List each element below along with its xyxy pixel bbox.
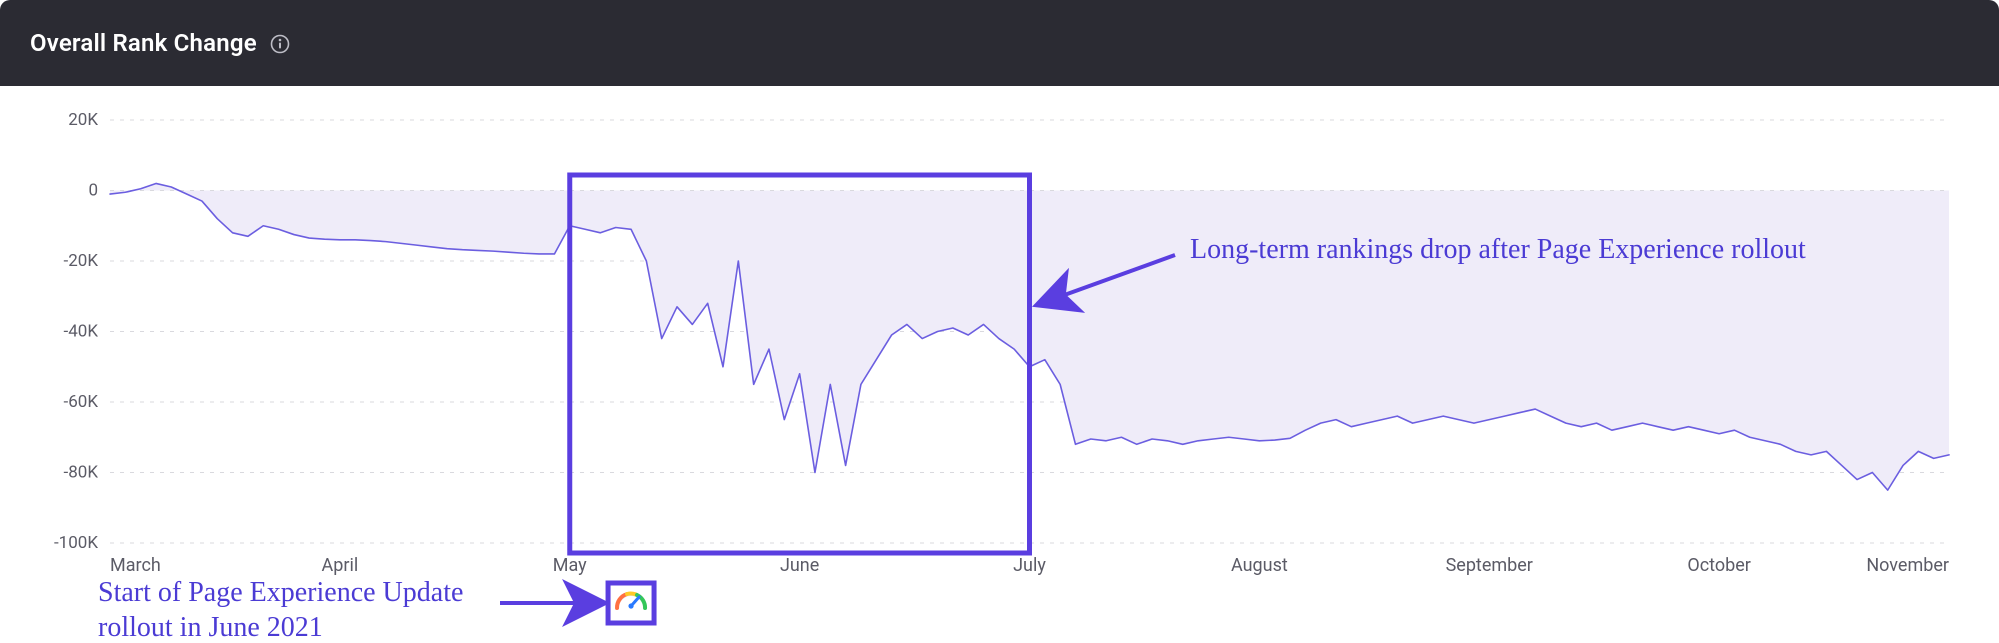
x-tick-label: June bbox=[780, 555, 819, 576]
y-tick-label: -100K bbox=[54, 533, 98, 553]
x-tick-label: September bbox=[1446, 555, 1533, 576]
page-title: Overall Rank Change bbox=[30, 29, 257, 57]
annotation-rollout-start: Start of Page Experience Update rollout … bbox=[98, 575, 528, 643]
x-tick-label: July bbox=[1013, 555, 1046, 576]
y-tick-label: 20K bbox=[68, 110, 98, 130]
info-icon[interactable] bbox=[269, 33, 291, 55]
x-tick-label: November bbox=[1866, 555, 1949, 576]
x-tick-label: October bbox=[1687, 555, 1751, 576]
x-tick-label: August bbox=[1231, 555, 1288, 576]
chart-area: 20K 0 -20K -40K -60K -80K -100K March April May Ju… bbox=[40, 100, 1959, 633]
x-tick-label: May bbox=[553, 555, 587, 576]
x-tick-label: April bbox=[322, 555, 359, 576]
y-tick-label: -40K bbox=[64, 322, 99, 342]
y-tick-label: 0 bbox=[88, 181, 98, 201]
x-tick-label: March bbox=[110, 555, 161, 576]
event-marker-box[interactable] bbox=[608, 583, 654, 623]
y-tick-label: -60K bbox=[64, 392, 99, 412]
y-tick-label: -80K bbox=[64, 463, 99, 483]
rank-change-chart[interactable]: 20K 0 -20K -40K -60K -80K -100K March April May Ju… bbox=[40, 100, 1959, 633]
page-header: Overall Rank Change bbox=[0, 0, 1999, 86]
annotation-longterm-drop: Long-term rankings drop after Page Exper… bbox=[1190, 232, 1806, 267]
y-tick-label: -20K bbox=[64, 251, 99, 271]
